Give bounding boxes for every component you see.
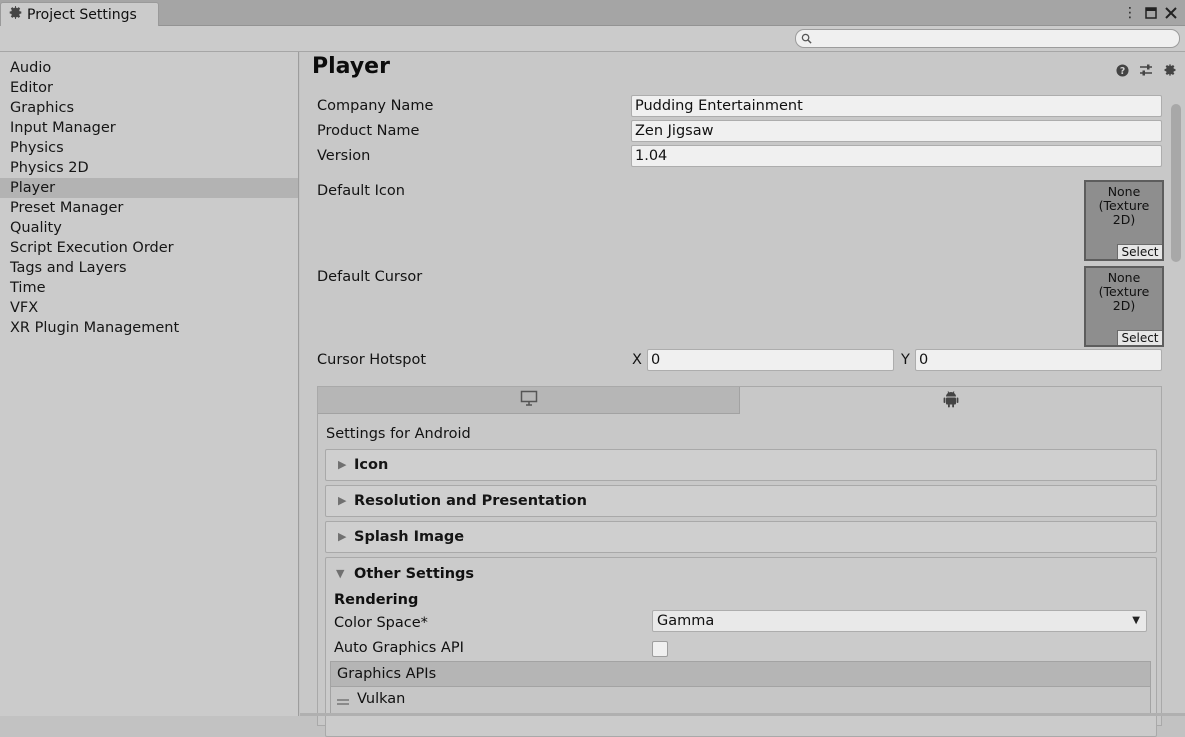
page-title: Player xyxy=(312,54,390,79)
chevron-down-icon: ▼ xyxy=(1132,615,1140,626)
sidebar-item-vfx[interactable]: VFX xyxy=(0,298,298,318)
sidebar-item-input-manager[interactable]: Input Manager xyxy=(0,118,298,138)
foldout-splash-section[interactable]: ▶ Splash Image xyxy=(325,521,1157,553)
settings-toolbar xyxy=(0,26,1185,52)
close-icon[interactable] xyxy=(1162,3,1180,23)
preset-sliders-icon[interactable] xyxy=(1138,62,1154,78)
version-label: Version xyxy=(317,148,371,164)
scrollbar-thumb[interactable] xyxy=(1171,104,1181,262)
product-name-field[interactable]: Zen Jigsaw xyxy=(631,120,1162,142)
sidebar-item-physics-2d[interactable]: Physics 2D xyxy=(0,158,298,178)
texture-none-label: None xyxy=(1107,184,1141,199)
tab-desktop[interactable] xyxy=(318,387,740,414)
monitor-icon xyxy=(520,390,538,410)
list-item[interactable]: Vulkan xyxy=(330,687,1151,716)
hotspot-x-label: X xyxy=(632,352,642,368)
window-menu-icon[interactable]: ⋮ xyxy=(1121,3,1139,23)
company-name-label: Company Name xyxy=(317,98,434,114)
sidebar-item-graphics[interactable]: Graphics xyxy=(0,98,298,118)
collapsed-arrow-icon: ▶ xyxy=(338,530,347,543)
android-icon xyxy=(943,390,959,412)
project-settings-tab[interactable]: Project Settings xyxy=(0,2,159,26)
help-icon[interactable]: ? xyxy=(1114,62,1130,78)
default-cursor-select-button[interactable]: Select xyxy=(1117,330,1162,345)
window-titlebar: Project Settings ⋮ xyxy=(0,0,1185,26)
color-space-dropdown[interactable]: Gamma ▼ xyxy=(652,610,1147,632)
svg-text:?: ? xyxy=(1119,66,1124,77)
section-label: Resolution and Presentation xyxy=(354,493,587,509)
sidebar-item-xr-plugin-management[interactable]: XR Plugin Management xyxy=(0,318,298,338)
default-cursor-texture-field[interactable]: None (Texture 2D) Select xyxy=(1084,266,1164,347)
drag-handle-icon[interactable] xyxy=(337,694,349,710)
graphics-apis-list-header: Graphics APIs xyxy=(330,661,1151,687)
texture-type-label: (Texture 2D) xyxy=(1098,284,1150,313)
auto-graphics-api-label: Auto Graphics API xyxy=(334,640,464,656)
sidebar-item-editor[interactable]: Editor xyxy=(0,78,298,98)
settings-for-label: Settings for Android xyxy=(326,426,471,442)
cursor-hotspot-label: Cursor Hotspot xyxy=(317,352,427,368)
texture-none-label: None xyxy=(1107,270,1141,285)
gear-icon xyxy=(8,5,23,24)
rendering-header: Rendering xyxy=(334,592,419,608)
hotspot-x-field[interactable]: 0 xyxy=(647,349,894,371)
default-icon-label: Default Icon xyxy=(317,183,405,199)
expanded-arrow-icon: ▼ xyxy=(336,567,345,580)
sidebar-item-script-execution-order[interactable]: Script Execution Order xyxy=(0,238,298,258)
foldout-resolution-section[interactable]: ▶ Resolution and Presentation xyxy=(325,485,1157,517)
sidebar-item-quality[interactable]: Quality xyxy=(0,218,298,238)
product-name-label: Product Name xyxy=(317,123,420,139)
color-space-value: Gamma xyxy=(657,613,715,629)
gear-icon[interactable] xyxy=(1162,62,1178,78)
default-icon-texture-field[interactable]: None (Texture 2D) Select xyxy=(1084,180,1164,261)
collapsed-arrow-icon: ▶ xyxy=(338,494,347,507)
hotspot-y-label: Y xyxy=(901,352,910,368)
sidebar-item-tags-and-layers[interactable]: Tags and Layers xyxy=(0,258,298,278)
tab-android[interactable] xyxy=(740,387,1161,414)
hotspot-y-field[interactable]: 0 xyxy=(915,349,1162,371)
color-space-label: Color Space* xyxy=(334,615,428,631)
sidebar-item-physics[interactable]: Physics xyxy=(0,138,298,158)
search-input[interactable] xyxy=(795,29,1180,48)
default-cursor-label: Default Cursor xyxy=(317,269,423,285)
tab-title: Project Settings xyxy=(27,6,137,23)
sidebar-item-time[interactable]: Time xyxy=(0,278,298,298)
graphics-api-vulkan: Vulkan xyxy=(357,691,406,707)
collapsed-arrow-icon: ▶ xyxy=(338,458,347,471)
maximize-icon[interactable] xyxy=(1142,3,1160,23)
texture-type-label: (Texture 2D) xyxy=(1098,198,1150,227)
player-settings-panel: Player ? Company Name Pudding Entertainm… xyxy=(300,52,1185,737)
sidebar-item-player[interactable]: Player xyxy=(0,178,298,198)
section-label: Icon xyxy=(354,457,389,473)
default-icon-select-button[interactable]: Select xyxy=(1117,244,1162,259)
company-name-field[interactable]: Pudding Entertainment xyxy=(631,95,1162,117)
foldout-icon-section[interactable]: ▶ Icon xyxy=(325,449,1157,481)
auto-graphics-api-checkbox[interactable] xyxy=(652,641,668,657)
settings-sidebar: Audio Editor Graphics Input Manager Phys… xyxy=(0,52,299,716)
search-icon xyxy=(801,32,812,48)
section-label: Other Settings xyxy=(354,566,475,582)
version-field[interactable]: 1.04 xyxy=(631,145,1162,167)
foldout-other-settings-header[interactable]: ▼ Other Settings xyxy=(326,558,1156,590)
sidebar-item-preset-manager[interactable]: Preset Manager xyxy=(0,198,298,218)
sidebar-item-audio[interactable]: Audio xyxy=(0,58,298,78)
section-label: Splash Image xyxy=(354,529,465,545)
